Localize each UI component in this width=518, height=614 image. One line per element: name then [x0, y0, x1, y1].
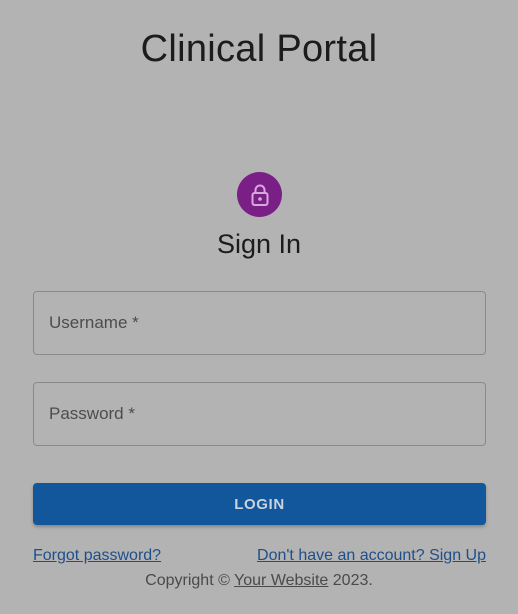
signup-link[interactable]: Don't have an account? Sign Up: [257, 547, 486, 565]
signin-heading: Sign In: [216, 229, 302, 259]
password-field[interactable]: Password *: [33, 382, 486, 446]
page-title: Clinical Portal: [140, 28, 378, 70]
copyright-prefix: Copyright ©: [145, 572, 235, 589]
copyright-suffix: 2023.: [328, 572, 373, 589]
lock-icon: [251, 184, 268, 206]
lock-avatar: [237, 172, 282, 217]
forgot-password-link[interactable]: Forgot password?: [33, 547, 161, 565]
website-link[interactable]: Your Website: [234, 572, 328, 589]
username-label: Username *: [49, 313, 139, 332]
password-label: Password *: [49, 404, 135, 423]
login-button[interactable]: LOGIN: [33, 483, 486, 525]
username-field[interactable]: Username *: [33, 291, 486, 355]
copyright: Copyright © Your Website 2023.: [0, 572, 518, 590]
